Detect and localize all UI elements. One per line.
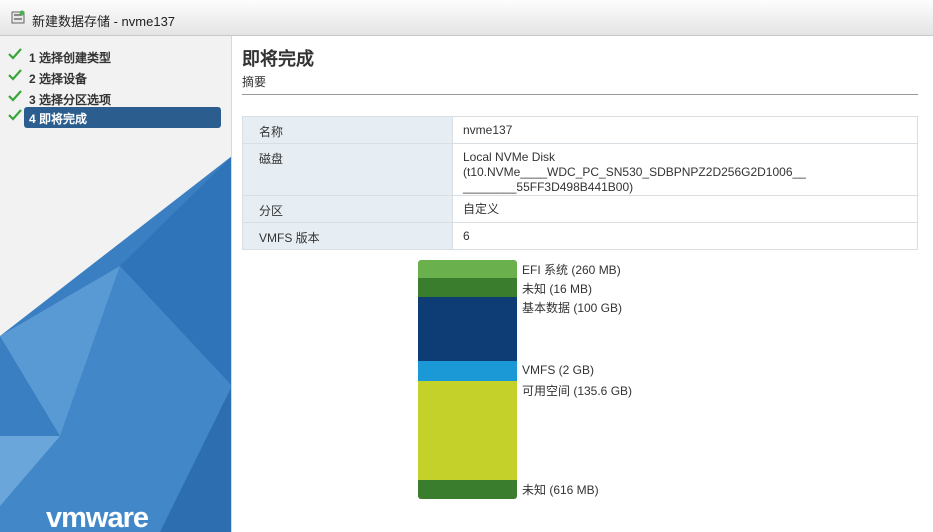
partition-segment-basic-data [418,297,517,361]
window-title: 新建数据存储 - nvme137 [32,14,176,29]
summary-key: 分区 [242,195,453,223]
table-row: 磁盘 Local NVMe Disk (t10.NVMe____WDC_PC_S… [242,143,918,196]
wizard-step-label: 1 选择创建类型 [29,51,112,65]
partition-segment-free-space [418,381,517,480]
summary-key: VMFS 版本 [242,222,453,250]
divider [242,94,918,95]
partition-segment-vmfs [418,361,517,381]
summary-key: 磁盘 [242,143,453,196]
page-title: 即将完成 [242,49,314,69]
summary-key: 名称 [242,116,453,144]
partition-label-basic-data: 基本数据 (100 GB) [522,301,623,315]
table-row: 分区 自定义 [242,195,918,223]
partition-label-unknown-1: 未知 (16 MB) [522,282,593,296]
wizard-step-2[interactable]: 2 选择设备 [8,67,214,87]
partition-layout-bar [418,260,517,499]
wizard-step-label: 4 即将完成 [29,112,88,126]
table-row: 名称 nvme137 [242,116,918,144]
partition-segment-efi [418,260,517,278]
partition-segment-unknown-1 [418,278,517,297]
checkmark-icon [8,109,22,121]
wizard-step-3[interactable]: 3 选择分区选项 [8,88,214,108]
summary-table: 名称 nvme137 磁盘 Local NVMe Disk (t10.NVMe_… [242,116,918,250]
partition-label-vmfs: VMFS (2 GB) [522,363,595,377]
window-titlebar: 新建数据存储 - nvme137 [0,0,933,36]
datastore-icon [11,10,25,24]
wizard-step-label: 3 选择分区选项 [29,93,112,107]
wizard-step-4[interactable]: 4 即将完成 [8,107,221,128]
wizard-step-label: 2 选择设备 [29,72,88,86]
table-row: VMFS 版本 6 [242,222,918,250]
summary-value: 6 [452,222,918,250]
summary-value: nvme137 [452,116,918,144]
partition-label-free-space: 可用空间 (135.6 GB) [522,384,633,398]
vmware-logo: vmware [46,502,149,532]
summary-value: Local NVMe Disk (t10.NVMe____WDC_PC_SN53… [452,143,918,196]
checkmark-icon [8,69,22,81]
partition-label-unknown-2: 未知 (616 MB) [522,483,599,497]
wizard-step-1[interactable]: 1 选择创建类型 [8,46,214,66]
wizard-sidebar: 1 选择创建类型 2 选择设备 3 选择分区选项 4 即将完成 vmware [0,36,232,532]
summary-value: 自定义 [452,195,918,223]
page-subtitle: 摘要 [242,75,267,89]
partition-segment-unknown-2 [418,480,517,499]
partition-label-efi: EFI 系统 (260 MB) [522,263,621,277]
checkmark-icon [8,48,22,60]
checkmark-icon [8,90,22,102]
